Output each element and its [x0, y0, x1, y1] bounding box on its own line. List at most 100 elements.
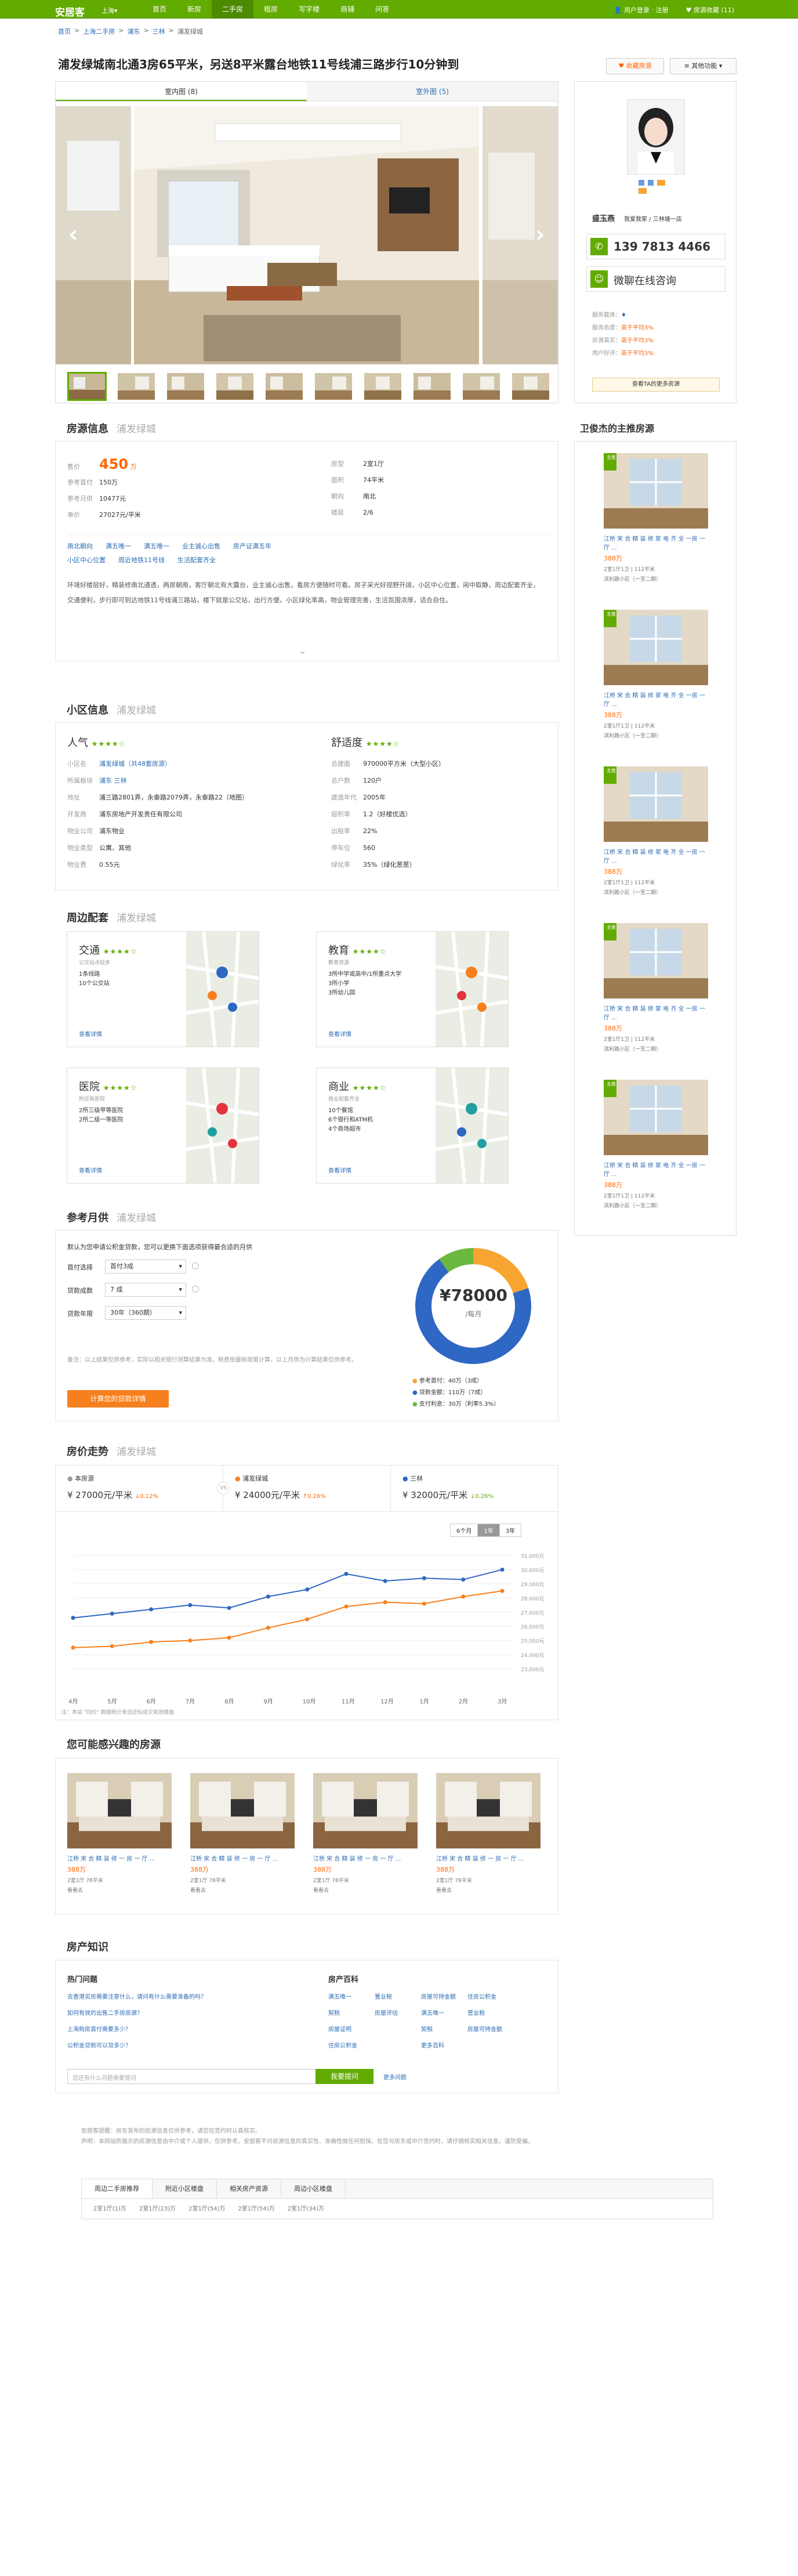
feature-tag[interactable]: 周近地铁11号线 — [118, 555, 165, 565]
more-actions-button[interactable]: ≡ 其他功能 ▾ — [670, 58, 737, 74]
agent-avatar[interactable] — [627, 99, 685, 175]
encyclopedia-link[interactable]: 满五唯一 — [328, 1989, 364, 2006]
interest-title[interactable]: 江桥 宋 合 精 装 修 一 房 一 厅 ... — [190, 1854, 295, 1862]
data-point[interactable] — [500, 1589, 505, 1593]
listing-card[interactable]: 主推 江桥 宋 合 精 装 修 家 电 齐 全 一房 一厅 ... 388万 2… — [604, 766, 708, 911]
nav-second-hand[interactable]: 二手房 — [212, 0, 254, 19]
prev-arrow-icon[interactable]: ‹ — [68, 221, 78, 248]
data-point[interactable] — [383, 1600, 387, 1605]
encyclopedia-link[interactable] — [375, 2038, 411, 2054]
agent-company[interactable]: 我爱我家 / 三林塘一店 — [624, 214, 682, 223]
nav-home[interactable]: 首页 — [142, 0, 177, 19]
city-selector[interactable]: 上海▾ — [101, 6, 118, 15]
listing-card[interactable]: 主推 江桥 宋 合 精 装 修 家 电 齐 全 一房 一厅 ... 388万 2… — [604, 923, 708, 1068]
question-link[interactable]: 如何有效的出售二手房房源？ — [67, 2006, 206, 2022]
bottom-tab[interactable]: 附近小区楼盘 — [153, 2179, 217, 2198]
thumbnail[interactable] — [264, 372, 304, 401]
loan-term-select[interactable]: 30年（360期） ▾ — [105, 1306, 186, 1320]
data-point[interactable] — [344, 1604, 349, 1609]
data-point[interactable] — [383, 1579, 387, 1583]
surrounding-more-link[interactable]: 查看详情 — [79, 1166, 102, 1174]
crumb-district[interactable]: 浦东 — [127, 27, 140, 36]
bottom-tab[interactable]: 相关房产资源 — [217, 2179, 281, 2198]
tab-indoor[interactable]: 室内图 (8) — [56, 82, 307, 101]
favorite-button[interactable]: ♥ 收藏房源 — [606, 58, 664, 74]
encyclopedia-link[interactable]: 房屋可持金额 — [467, 2022, 503, 2038]
more-listings-button[interactable]: 查看TA的更多房源 — [592, 378, 720, 392]
next-arrow-icon[interactable]: › — [535, 221, 545, 248]
data-point[interactable] — [188, 1603, 193, 1608]
listing-card[interactable]: 主推 江桥 宋 合 精 装 修 家 电 齐 全 一房 一厅 ... 388万 2… — [604, 610, 708, 755]
mini-map[interactable] — [186, 931, 259, 1047]
data-point[interactable] — [227, 1636, 231, 1640]
feature-tag[interactable]: 满五唯一 — [144, 541, 169, 551]
mini-map[interactable] — [186, 1068, 259, 1184]
ask-question-button[interactable]: 我要提问 — [315, 2069, 373, 2084]
range-tab[interactable]: 1年 — [478, 1524, 500, 1536]
bottom-link[interactable]: 2室1厅(54)万 — [238, 2204, 274, 2212]
interest-title[interactable]: 江桥 宋 合 精 装 修 一 房 一 厅 ... — [436, 1854, 541, 1862]
bottom-link[interactable]: 2室1厅(1)万 — [93, 2204, 126, 2212]
interest-card[interactable]: 江桥 宋 合 精 装 修 一 房 一 厅 ... 388万 2室1厅 78平米 … — [313, 1773, 418, 1906]
nav-shop[interactable]: 商铺 — [330, 0, 365, 19]
feature-tag[interactable]: 南北朝向 — [67, 541, 93, 551]
encyclopedia-link[interactable]: 置业税 — [375, 1989, 411, 2006]
data-point[interactable] — [461, 1594, 466, 1599]
thumbnail[interactable] — [363, 372, 402, 401]
thumbnail[interactable] — [117, 372, 156, 401]
feature-tag[interactable]: 房产证满五年 — [233, 541, 271, 551]
encyclopedia-link[interactable]: 营业税 — [467, 2006, 503, 2022]
encyclopedia-link[interactable]: 契税 — [421, 2022, 457, 2038]
data-point[interactable] — [422, 1601, 426, 1606]
question-link[interactable]: 去香港买房需要注意什么，请问有什么需要准备的吗？ — [67, 1989, 206, 2006]
data-point[interactable] — [500, 1567, 505, 1572]
range-tab[interactable]: 6个月 — [451, 1524, 478, 1536]
encyclopedia-link[interactable]: 住房公积金 — [467, 1989, 503, 2006]
crumb-city[interactable]: 上海二手房 — [83, 27, 115, 36]
question-link[interactable]: 公积金贷款可以贷多少？ — [67, 2038, 206, 2054]
feature-tag[interactable]: 小区中心位置 — [67, 555, 106, 565]
bottom-tab[interactable]: 周边小区楼盘 — [281, 2179, 346, 2198]
data-point[interactable] — [149, 1607, 154, 1612]
surrounding-more-link[interactable]: 查看详情 — [328, 1166, 351, 1174]
expand-chevron-icon[interactable]: ⌄ — [298, 645, 307, 657]
encyclopedia-link[interactable]: 房屋可持金额 — [421, 1989, 457, 2006]
fav-link[interactable]: ♥ 房源收藏 (11) — [686, 5, 734, 15]
tab-outdoor[interactable]: 室外图 (5) — [307, 82, 558, 101]
crumb-area[interactable]: 三林 — [153, 27, 165, 36]
feature-tag[interactable]: 满五唯一 — [106, 541, 131, 551]
mini-map[interactable] — [435, 1068, 509, 1184]
data-point[interactable] — [110, 1644, 114, 1648]
data-point[interactable] — [344, 1572, 349, 1576]
more-questions-link[interactable]: 更多问题 — [383, 2072, 407, 2081]
nav-new[interactable]: 新房 — [177, 0, 212, 19]
crumb-home[interactable]: 首页 — [58, 27, 71, 36]
listing-title[interactable]: 江桥 宋 合 精 装 修 家 电 齐 全 一房 一厅 ... — [604, 1004, 708, 1021]
bottom-link[interactable]: 2室1厅(54)万 — [188, 2204, 225, 2212]
listing-title[interactable]: 江桥 宋 合 精 装 修 家 电 齐 全 一房 一厅 ... — [604, 534, 708, 551]
nav-qa[interactable]: 问答 — [365, 0, 400, 19]
info-icon[interactable] — [192, 1286, 199, 1293]
data-point[interactable] — [149, 1640, 154, 1644]
data-point[interactable] — [305, 1617, 310, 1622]
question-link[interactable]: 上海购房首付需要多少？ — [67, 2022, 206, 2038]
data-point[interactable] — [110, 1611, 114, 1616]
data-point[interactable] — [305, 1587, 310, 1592]
thumbnail[interactable] — [314, 372, 353, 401]
interest-card[interactable]: 江桥 宋 合 精 装 修 一 房 一 厅 ... 388万 2室1厅 78平米 … — [190, 1773, 295, 1906]
listing-card[interactable]: 主推 江桥 宋 合 精 装 修 家 电 齐 全 一房 一厅 ... 388万 2… — [604, 1080, 708, 1225]
thumbnail[interactable] — [412, 372, 452, 401]
data-point[interactable] — [71, 1645, 75, 1650]
calculate-button[interactable]: 计算您的贷款详情 — [67, 1390, 169, 1408]
thumbnail[interactable] — [462, 372, 501, 401]
listing-title[interactable]: 江桥 宋 合 精 装 修 家 电 齐 全 一房 一厅 ... — [604, 847, 708, 864]
range-tab[interactable]: 3年 — [500, 1524, 521, 1536]
listing-card[interactable]: 主推 江桥 宋 合 精 装 修 家 电 齐 全 一房 一厅 ... 388万 2… — [604, 453, 708, 598]
interest-title[interactable]: 江桥 宋 合 精 装 修 一 房 一 厅 ... — [313, 1854, 418, 1862]
listing-title[interactable]: 江桥 宋 合 精 装 修 家 电 齐 全 一房 一厅 ... — [604, 690, 708, 708]
thumbnail[interactable] — [215, 372, 255, 401]
encyclopedia-link[interactable] — [375, 2022, 411, 2038]
thumbnail[interactable] — [67, 372, 107, 401]
data-point[interactable] — [71, 1616, 75, 1620]
surrounding-more-link[interactable]: 查看详情 — [328, 1029, 351, 1038]
